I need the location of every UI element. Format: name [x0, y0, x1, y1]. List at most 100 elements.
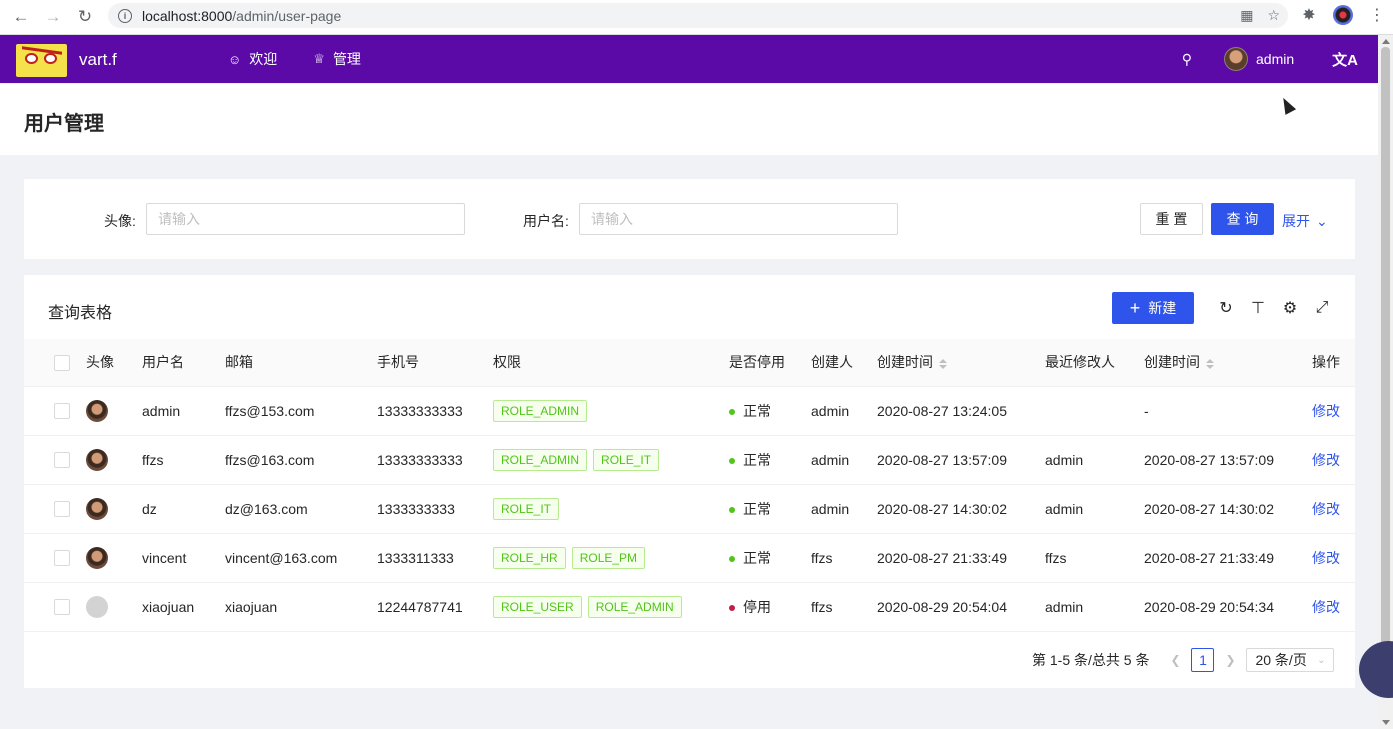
profile-avatar[interactable]	[1333, 5, 1353, 25]
reload-icon[interactable]: ↻	[1218, 299, 1234, 317]
sort-icon[interactable]	[1206, 358, 1214, 369]
cell-username: dz	[142, 484, 225, 534]
avatar	[86, 595, 108, 618]
table-row: dz dz@163.com 1333333333 ROLE_IT 正常 admin 2020…	[24, 484, 1355, 534]
cell-created: 2020-08-27 13:24:05	[877, 386, 1045, 436]
row-checkbox[interactable]	[54, 501, 70, 518]
cell-phone: 13333333333	[377, 435, 493, 485]
user-avatar[interactable]	[1224, 47, 1249, 71]
nav-label: 管理	[332, 51, 361, 67]
cell-username: ffzs	[142, 435, 225, 485]
new-button[interactable]: + 新建	[1112, 292, 1194, 324]
reload-button[interactable]: ↻	[74, 6, 96, 28]
role-tag: ROLE_PM	[571, 546, 646, 569]
status-text: 正常	[743, 451, 771, 468]
column-header-sortable[interactable]: 创建时间	[877, 339, 1045, 387]
page-size-select[interactable]: 20 条/页 ⌄	[1246, 648, 1335, 672]
cell-status: 正常	[729, 386, 811, 436]
row-checkbox[interactable]	[54, 403, 70, 420]
back-button[interactable]: ←	[10, 6, 32, 28]
username-input[interactable]: 请输入	[579, 203, 898, 235]
cell-creator: admin	[811, 484, 877, 534]
column-header-sortable[interactable]: 创建时间	[1144, 339, 1312, 387]
edit-link[interactable]: 修改	[1312, 452, 1340, 468]
table-row: vincent vincent@163.com 1333311333 ROLE_HR R…	[24, 533, 1355, 583]
username[interactable]: admin	[1256, 51, 1294, 67]
table-title: 查询表格	[48, 305, 113, 322]
cell-creator: admin	[811, 435, 877, 485]
expand-label: 展开	[1282, 213, 1310, 229]
avatar-input[interactable]: 请输入	[146, 203, 465, 235]
menu-kebab-icon[interactable]: ⋮	[1367, 5, 1387, 25]
role-tag: ROLE_ADMIN	[493, 448, 588, 471]
user-table: 头像 用户名 邮箱 手机号 权限 是否停用 创建人 创建时间 最近修改人 创建时…	[24, 339, 1355, 632]
cell-modified: 2020-08-29 20:54:34	[1144, 582, 1312, 632]
cell-roles: ROLE_HR ROLE_PM	[493, 533, 729, 583]
query-button[interactable]: 查 询	[1211, 203, 1274, 235]
page-title: 用户管理	[24, 113, 104, 135]
cell-email: ffzs@153.com	[225, 386, 377, 436]
cell-creator: admin	[811, 386, 877, 436]
site-info-icon[interactable]: i	[118, 8, 132, 23]
brand-name[interactable]: vart.f	[79, 50, 117, 70]
nav-item-welcome[interactable]: ☺ 欢迎	[228, 49, 277, 69]
select-all-checkbox[interactable]	[54, 354, 70, 371]
edit-link[interactable]: 修改	[1312, 403, 1340, 419]
fullscreen-icon[interactable]: ⤢	[1314, 299, 1330, 317]
column-header: 邮箱	[225, 339, 377, 387]
floating-help-button[interactable]	[1359, 641, 1393, 698]
column-header: 手机号	[377, 339, 493, 387]
cell-modified: 2020-08-27 13:57:09	[1144, 435, 1312, 485]
avatar	[86, 546, 108, 569]
status-dot	[729, 457, 735, 464]
cell-roles: ROLE_IT	[493, 484, 729, 534]
cell-username: admin	[142, 386, 225, 436]
page-size-value: 20 条/页	[1255, 652, 1307, 668]
cell-phone: 12244787741	[377, 582, 493, 632]
page-scrollbar[interactable]	[1378, 35, 1393, 729]
nav-label: 欢迎	[249, 51, 278, 67]
cell-status: 停用	[729, 582, 811, 632]
column-header: 操作	[1312, 339, 1355, 387]
cell-roles: ROLE_USER ROLE_ADMIN	[493, 582, 729, 632]
edit-link[interactable]: 修改	[1312, 550, 1340, 566]
expand-toggle[interactable]: 展开 ⌄	[1282, 211, 1328, 231]
cell-email: vincent@163.com	[225, 533, 377, 583]
column-height-icon[interactable]: ⊤	[1250, 299, 1266, 317]
column-header: 是否停用	[729, 339, 811, 387]
edit-link[interactable]: 修改	[1312, 501, 1340, 517]
reset-button[interactable]: 重 置	[1140, 203, 1203, 235]
address-bar[interactable]: i localhost:8000/admin/user-page ▦ ☆	[108, 3, 1288, 28]
prev-page-icon[interactable]: ❮	[1167, 653, 1183, 667]
setting-icon[interactable]: ⚙	[1282, 299, 1298, 317]
cell-modified: 2020-08-27 21:33:49	[1144, 533, 1312, 583]
edit-link[interactable]: 修改	[1312, 599, 1340, 615]
bookmark-star-icon[interactable]: ☆	[1267, 7, 1280, 24]
table-row: xiaojuan xiaojuan 12244787741 ROLE_USER ROLE…	[24, 582, 1355, 632]
sort-icon[interactable]	[939, 358, 947, 369]
page-header: 用户管理	[0, 84, 1378, 155]
language-icon[interactable]: 文A	[1332, 49, 1358, 70]
column-header: 创建人	[811, 339, 877, 387]
row-checkbox[interactable]	[54, 550, 70, 567]
avatar	[86, 399, 108, 422]
cell-created: 2020-08-27 14:30:02	[877, 484, 1045, 534]
translate-icon[interactable]: ▦	[1240, 7, 1253, 24]
role-tag: ROLE_USER	[493, 595, 582, 618]
app-header: vart.f ☺ 欢迎 ♕ 管理 ⚲ admin 文A	[0, 35, 1378, 83]
role-tag: ROLE_HR	[493, 546, 566, 569]
status-dot	[729, 506, 735, 513]
avatar	[86, 497, 108, 520]
cell-username: vincent	[142, 533, 225, 583]
row-checkbox[interactable]	[54, 452, 70, 469]
nav-item-admin[interactable]: ♕ 管理	[313, 49, 361, 69]
extensions-icon[interactable]: ✸	[1299, 5, 1319, 25]
logo[interactable]	[16, 44, 67, 77]
search-icon[interactable]: ⚲	[1182, 51, 1192, 68]
username-field-label: 用户名:	[523, 213, 569, 229]
cell-modifier: admin	[1045, 435, 1144, 485]
page-number[interactable]: 1	[1191, 648, 1215, 672]
row-checkbox[interactable]	[54, 599, 70, 616]
forward-button[interactable]: →	[42, 6, 64, 28]
next-page-icon[interactable]: ❯	[1222, 653, 1238, 667]
